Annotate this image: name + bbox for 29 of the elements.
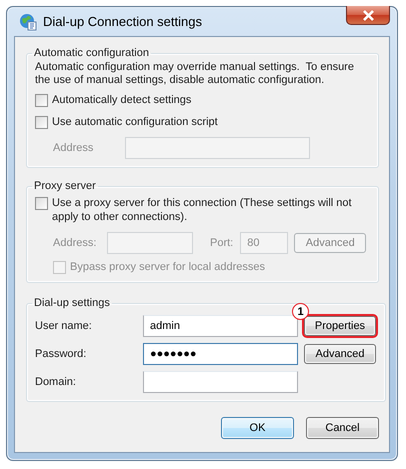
group-title: Automatic configuration [33, 47, 150, 59]
checkbox-label: Use automatic configuration script [52, 115, 218, 129]
advanced-button[interactable]: Advanced [304, 344, 376, 364]
properties-button[interactable]: Properties [304, 316, 376, 336]
checkbox-label: Bypass proxy server for local addresses [70, 260, 266, 274]
group-title: Proxy server [33, 180, 97, 192]
field-label: Domain: [35, 376, 77, 388]
field-label: Address [53, 142, 94, 154]
input-field[interactable] [143, 371, 298, 393]
close-icon [362, 10, 374, 20]
field-label: Address: [53, 237, 98, 249]
checkbox-label: Automatically detect settings [52, 93, 192, 107]
input-field[interactable]: admin [143, 315, 298, 337]
checkbox[interactable] [35, 116, 48, 129]
ok-button[interactable]: OK [221, 417, 294, 439]
window-title: Dial-up Connection settings [43, 14, 202, 29]
checkbox-label: Use a proxy server for this connection (These settings will not apply to other connections). [52, 196, 353, 224]
group-title: Dial-up settings [33, 297, 111, 309]
field-label: Password: [35, 348, 88, 360]
close-button[interactable] [346, 6, 390, 25]
app-icon [19, 12, 37, 30]
cancel-button[interactable]: Cancel [306, 417, 379, 439]
checkbox[interactable] [35, 197, 48, 210]
description-text: Automatic configuration may override manual settings. To ensure the use of manual settings, disable automatic configuration. [35, 61, 355, 87]
checkbox[interactable] [35, 94, 48, 107]
step-badge: 1 [292, 303, 309, 320]
field-label: Port: [210, 237, 234, 249]
password-field[interactable]: ●●●●●●● [143, 343, 298, 365]
field-label: User name: [35, 320, 93, 332]
